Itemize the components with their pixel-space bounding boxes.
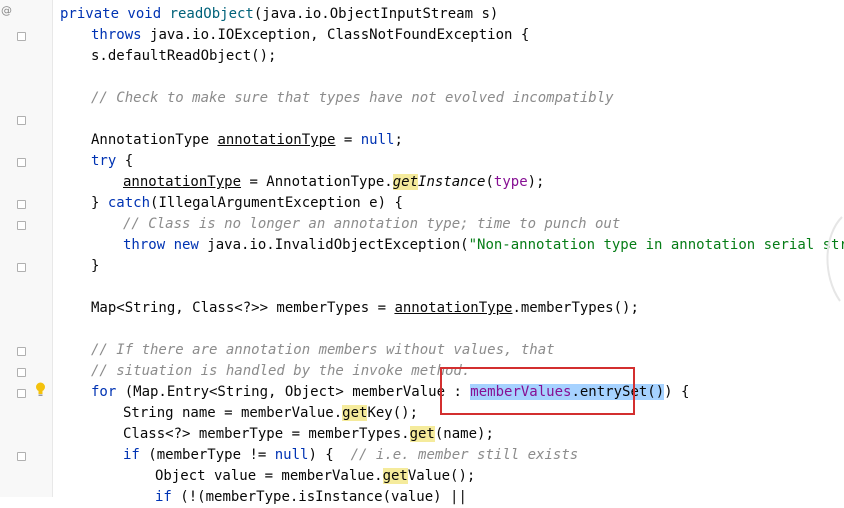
lightbulb-icon[interactable] bbox=[35, 382, 46, 397]
code-line: if (memberType != null) { // i.e. member… bbox=[123, 447, 579, 463]
code-line: AnnotationType annotationType = null; bbox=[91, 132, 403, 148]
code-line: throw new java.io.InvalidObjectException… bbox=[123, 237, 844, 253]
fold-marker-icon[interactable] bbox=[17, 389, 26, 398]
code-comment: // If there are annotation members witho… bbox=[91, 342, 555, 358]
code-comment: // Class is no longer an annotation type… bbox=[123, 216, 621, 232]
code-line: String name = memberValue.getKey(); bbox=[123, 405, 419, 421]
fold-marker-icon[interactable] bbox=[17, 158, 26, 167]
code-line: private void readObject(java.io.ObjectIn… bbox=[60, 6, 499, 22]
code-line: } bbox=[91, 258, 100, 274]
gutter-separator bbox=[52, 0, 53, 497]
fold-marker-icon[interactable] bbox=[17, 200, 26, 209]
code-line: Map<String, Class<?>> memberTypes = anno… bbox=[91, 300, 639, 316]
code-line: } catch(IllegalArgumentException e) { bbox=[91, 195, 403, 211]
code-line: throws java.io.IOException, ClassNotFoun… bbox=[91, 27, 530, 43]
fold-marker-icon[interactable] bbox=[17, 347, 26, 356]
code-line: try { bbox=[91, 153, 134, 169]
decorative-watermark-curve bbox=[826, 216, 843, 302]
code-line: s.defaultReadObject(); bbox=[91, 48, 277, 64]
code-line: Class<?> memberType = memberTypes.get(na… bbox=[123, 426, 494, 442]
highlight-annotation-box bbox=[440, 367, 635, 415]
fold-marker-icon[interactable] bbox=[17, 221, 26, 230]
code-comment: // situation is handled by the invoke me… bbox=[91, 363, 471, 379]
code-editor[interactable]: private void readObject(java.io.ObjectIn… bbox=[60, 0, 844, 505]
fold-marker-icon[interactable] bbox=[17, 452, 26, 461]
fold-marker-icon[interactable] bbox=[17, 32, 26, 41]
override-marker-icon[interactable]: @ bbox=[1, 4, 12, 17]
fold-marker-icon[interactable] bbox=[17, 116, 26, 125]
editor-gutter: @ bbox=[0, 0, 52, 497]
code-comment: // Check to make sure that types have no… bbox=[91, 90, 614, 106]
fold-marker-icon[interactable] bbox=[17, 263, 26, 272]
fold-marker-icon[interactable] bbox=[17, 368, 26, 377]
code-line: annotationType = AnnotationType.getInsta… bbox=[123, 174, 545, 190]
code-line: Object value = memberValue.getValue(); bbox=[155, 468, 476, 484]
code-line: if (!(memberType.isInstance(value) || bbox=[155, 489, 467, 505]
